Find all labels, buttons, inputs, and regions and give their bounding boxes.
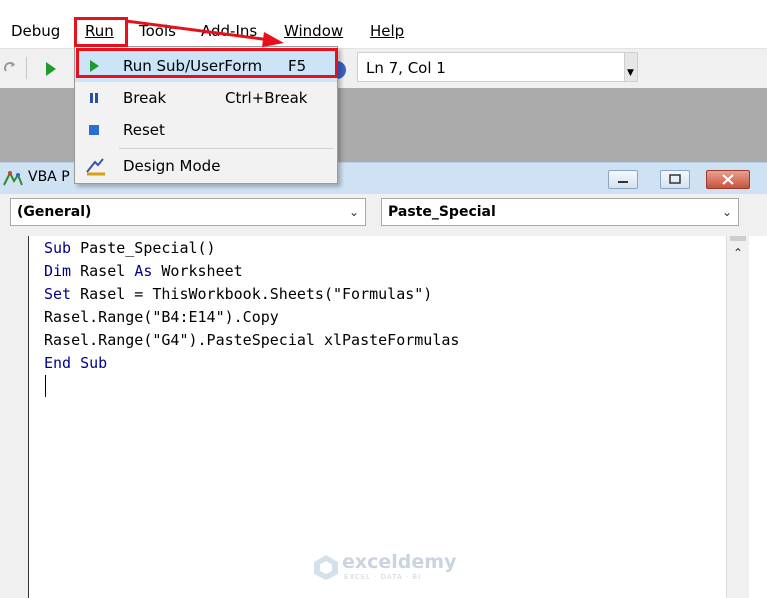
highlight-box-run-menu bbox=[74, 17, 128, 47]
minimize-icon bbox=[618, 181, 628, 183]
vba-project-icon bbox=[3, 170, 23, 186]
menu-debug-label: Debug bbox=[11, 22, 61, 40]
close-icon bbox=[722, 174, 734, 185]
code-line-3[interactable]: Set Rasel = ThisWorkbook.Sheets("Formula… bbox=[44, 283, 432, 305]
code-text: Paste_Special() bbox=[71, 239, 216, 257]
menu-item-label: Design Mode bbox=[123, 157, 221, 175]
cursor-position-text: Ln 7, Col 1 bbox=[366, 59, 446, 77]
cursor-position-status: Ln 7, Col 1 bbox=[357, 52, 625, 82]
code-line-4[interactable]: Rasel.Range("B4:E14").Copy bbox=[44, 306, 279, 328]
scroll-up-icon[interactable]: ⌃ bbox=[727, 244, 749, 262]
code-line-1[interactable]: Sub Paste_Special() bbox=[44, 237, 216, 259]
keyword: Dim bbox=[44, 262, 72, 280]
menu-item-label: Break bbox=[123, 89, 167, 107]
restore-button[interactable] bbox=[660, 170, 690, 189]
minimize-button[interactable] bbox=[608, 170, 638, 189]
procedure-combo[interactable]: Paste_Special ⌄ bbox=[381, 198, 739, 226]
menu-break[interactable]: Break Ctrl+Break bbox=[75, 82, 337, 114]
design-mode-icon bbox=[86, 158, 105, 176]
annotation-arrow-icon bbox=[125, 19, 284, 47]
scrollbar-thumb[interactable] bbox=[730, 236, 746, 241]
code-line-6[interactable]: End Sub bbox=[44, 352, 107, 374]
menu-design-mode[interactable]: Design Mode bbox=[75, 150, 337, 182]
toolbar-overflow-icon: ▼ bbox=[627, 68, 634, 78]
code-line-2[interactable]: Dim Rasel As Worksheet bbox=[44, 260, 243, 282]
object-combo[interactable]: (General) ⌄ bbox=[10, 198, 366, 226]
code-text: Worksheet bbox=[152, 262, 243, 280]
top-strip bbox=[0, 0, 767, 12]
stop-icon bbox=[89, 125, 99, 135]
code-combos-row: (General) ⌄ Paste_Special ⌄ bbox=[0, 194, 767, 232]
menu-item-shortcut: Ctrl+Break bbox=[225, 89, 308, 107]
exceldemy-logo-icon bbox=[314, 555, 338, 580]
menu-separator bbox=[119, 148, 333, 149]
margin-indicator-bar[interactable] bbox=[0, 236, 28, 598]
keyword: Sub bbox=[44, 239, 72, 257]
vba-window-title: VBA P bbox=[28, 169, 70, 185]
keyword: Set bbox=[44, 285, 72, 303]
watermark-tagline: EXCEL · DATA · BI bbox=[344, 573, 422, 581]
code-text: Rasel = ThisWorkbook.Sheets("Formulas") bbox=[71, 285, 433, 303]
exceldemy-watermark: exceldemy EXCEL · DATA · BI bbox=[312, 551, 462, 585]
vertical-scrollbar[interactable]: ⌃ bbox=[726, 236, 749, 598]
toolbar-separator bbox=[26, 57, 27, 79]
window-edge bbox=[748, 236, 767, 598]
highlight-box-run-sub bbox=[76, 48, 338, 78]
menu-help-label: Help bbox=[370, 22, 405, 40]
chevron-down-icon: ⌄ bbox=[721, 205, 732, 219]
object-combo-value: (General) bbox=[17, 204, 92, 220]
pause-icon bbox=[90, 93, 98, 103]
watermark-brand: exceldemy bbox=[342, 551, 457, 573]
toolbar-options-handle[interactable]: ▼ bbox=[624, 52, 638, 82]
restore-icon bbox=[669, 174, 681, 184]
menu-item-label: Reset bbox=[123, 121, 165, 139]
code-text: Rasel.Range("G4").PasteSpecial xlPasteFo… bbox=[44, 331, 460, 349]
procedure-combo-value: Paste_Special bbox=[388, 204, 496, 220]
chevron-down-icon: ⌄ bbox=[348, 205, 359, 219]
redo-icon[interactable] bbox=[2, 59, 20, 77]
keyword: As bbox=[134, 262, 153, 280]
close-button[interactable] bbox=[706, 170, 750, 189]
code-line-5[interactable]: Rasel.Range("G4").PasteSpecial xlPasteFo… bbox=[44, 329, 459, 351]
text-cursor bbox=[45, 375, 46, 397]
run-play-icon[interactable] bbox=[44, 61, 58, 77]
menu-help[interactable]: Help bbox=[370, 20, 404, 42]
menu-debug[interactable]: Debug bbox=[11, 20, 60, 42]
menu-reset[interactable]: Reset bbox=[75, 114, 337, 146]
code-text: Rasel.Range("B4:E14").Copy bbox=[44, 308, 279, 326]
code-text: Rasel bbox=[71, 262, 135, 280]
keyword: End Sub bbox=[44, 354, 108, 372]
